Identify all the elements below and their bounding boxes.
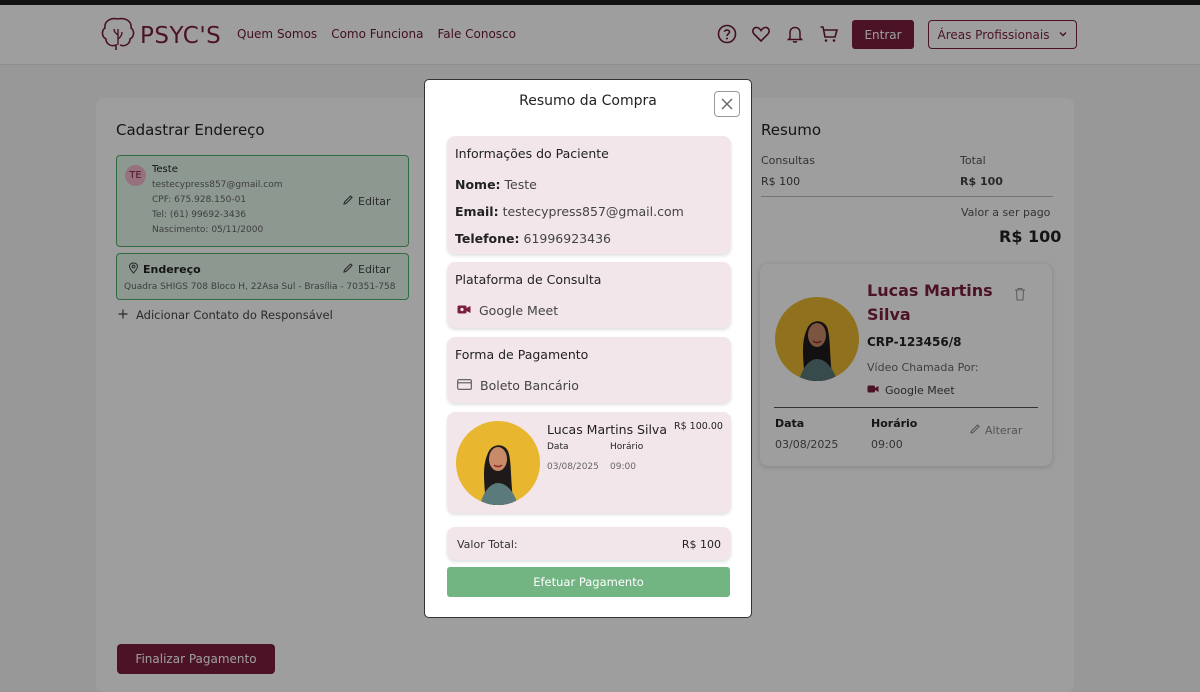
name-value: Teste bbox=[504, 177, 537, 192]
total-label: Valor Total: bbox=[457, 538, 518, 551]
pay-button[interactable]: Efetuar Pagamento bbox=[447, 567, 730, 597]
video-camera-icon bbox=[457, 303, 471, 318]
purchase-summary-modal: Resumo da Compra Informações do Paciente… bbox=[424, 79, 752, 618]
payment-method-row: Boleto Bancário bbox=[457, 378, 579, 393]
phone-value: 61996923436 bbox=[523, 231, 611, 246]
payment-method-section: Forma de Pagamento Boleto Bancário bbox=[447, 337, 731, 403]
appointment-price: R$ 100.00 bbox=[674, 421, 723, 432]
total-value: R$ 100 bbox=[681, 538, 721, 551]
modal-title: Resumo da Compra bbox=[519, 93, 657, 109]
name-label: Nome: bbox=[455, 177, 501, 192]
appointment-date-value: 03/08/2025 bbox=[547, 462, 599, 472]
appointment-time-label: Horário bbox=[610, 442, 644, 452]
appointment-professional-name: Lucas Martins Silva bbox=[547, 422, 667, 437]
payment-method-value: Boleto Bancário bbox=[480, 378, 579, 393]
payment-section-title: Forma de Pagamento bbox=[455, 347, 589, 362]
platform-row: Google Meet bbox=[457, 303, 558, 318]
total-row: Valor Total: R$ 100 bbox=[447, 527, 731, 560]
appointment-section: Lucas Martins Silva R$ 100.00 Data Horár… bbox=[447, 412, 731, 513]
email-value: testecypress857@gmail.com bbox=[502, 204, 684, 219]
professional-photo bbox=[456, 421, 540, 505]
platform-section-title: Plataforma de Consulta bbox=[455, 272, 602, 287]
patient-name-row: Nome: Teste bbox=[455, 177, 537, 192]
patient-info-section: Informações do Paciente Nome: Teste Emai… bbox=[447, 136, 731, 254]
patient-email-row: Email: testecypress857@gmail.com bbox=[455, 204, 684, 219]
appointment-time-value: 09:00 bbox=[610, 462, 636, 472]
patient-section-title: Informações do Paciente bbox=[455, 146, 609, 161]
email-label: Email: bbox=[455, 204, 499, 219]
platform-section: Plataforma de Consulta Google Meet bbox=[447, 262, 731, 328]
close-button[interactable] bbox=[714, 91, 740, 117]
patient-phone-row: Telefone: 61996923436 bbox=[455, 231, 611, 246]
credit-card-icon bbox=[457, 378, 472, 393]
phone-label: Telefone: bbox=[455, 231, 520, 246]
appointment-date-label: Data bbox=[547, 442, 569, 452]
platform-value: Google Meet bbox=[479, 303, 559, 318]
close-icon bbox=[721, 95, 733, 114]
